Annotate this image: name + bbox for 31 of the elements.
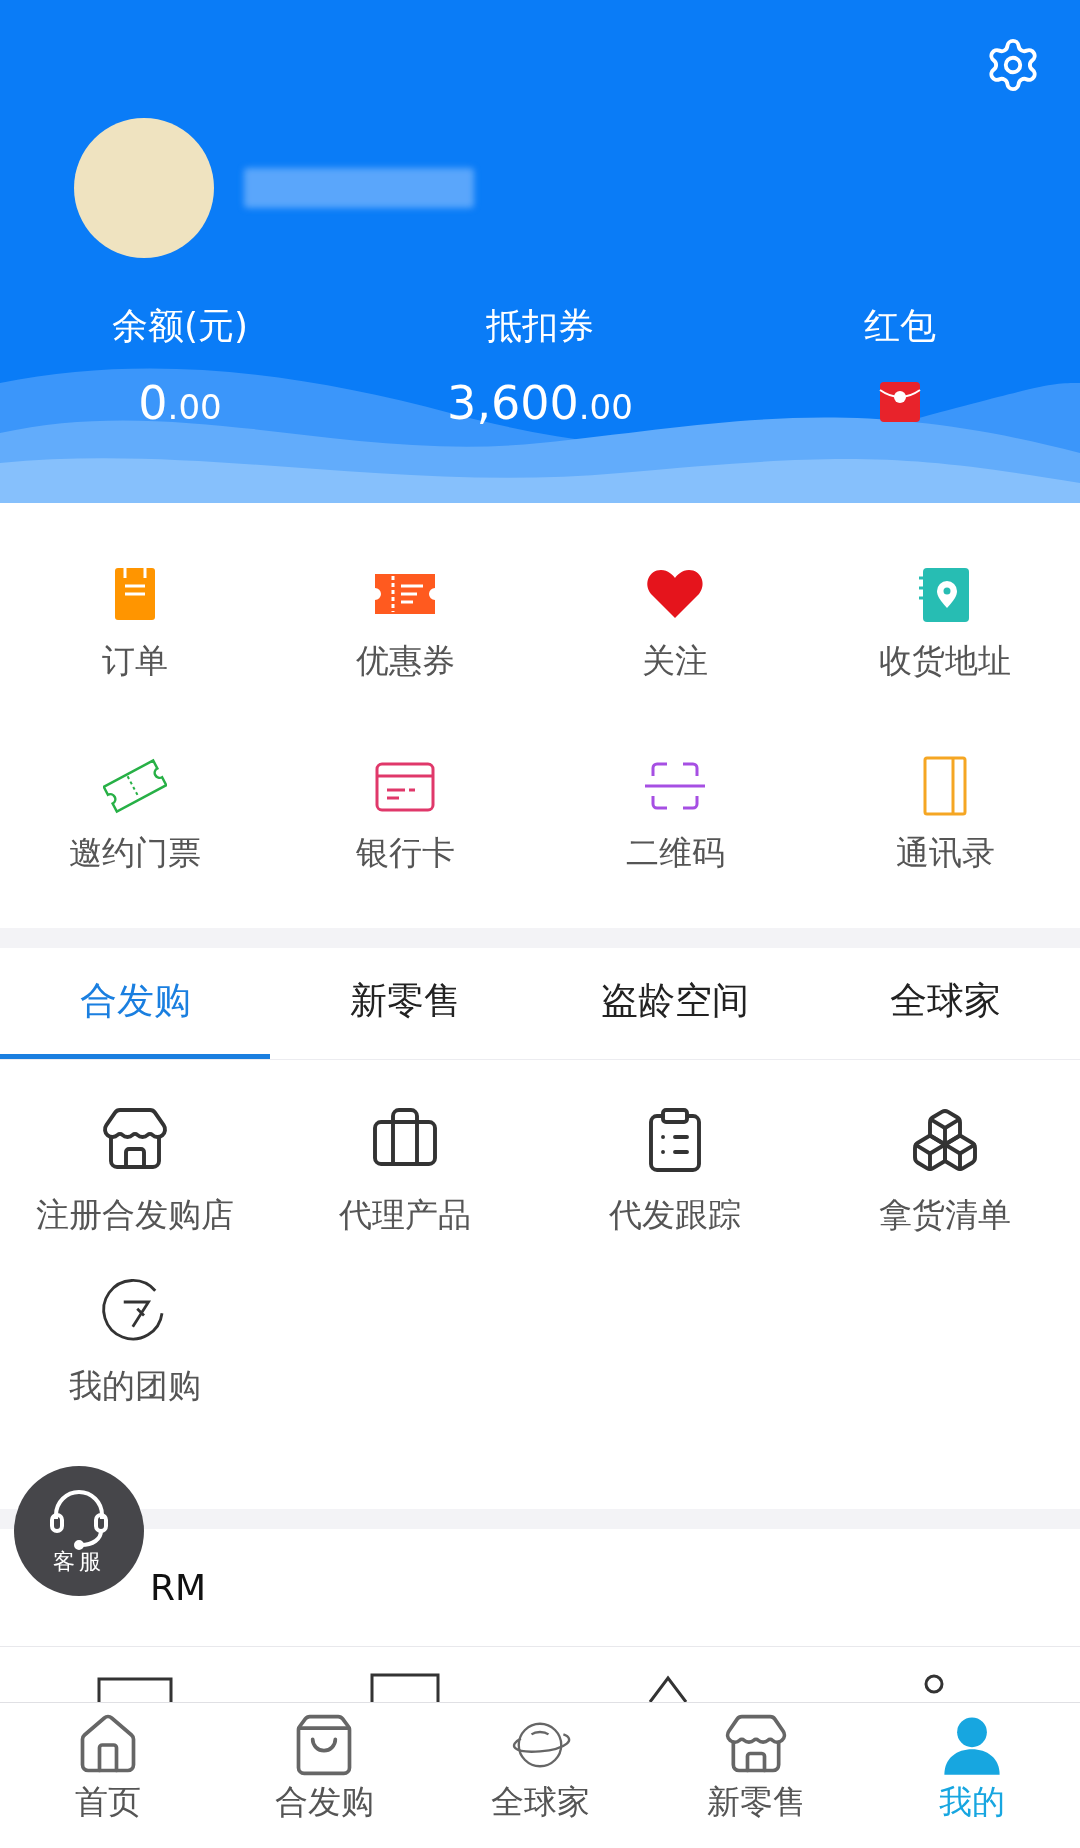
tab[interactable]: 全球家 xyxy=(810,948,1080,1059)
stat-value[interactable]: 3,600.00 xyxy=(447,380,633,426)
tab[interactable]: 合发购 xyxy=(0,948,270,1059)
menu-item[interactable]: 注册合发购店 xyxy=(0,1104,270,1231)
stat-label: 抵扣券 xyxy=(486,308,594,344)
menu-item[interactable]: 代理产品 xyxy=(270,1104,540,1231)
menu-item[interactable]: 关注 xyxy=(540,523,810,716)
menu-item[interactable]: 拿货清单 xyxy=(810,1104,1080,1231)
menu-icon xyxy=(648,1674,688,1702)
crm-label[interactable]: RM xyxy=(150,1560,207,1615)
menu-item[interactable]: 银行卡 xyxy=(270,715,540,908)
nav-tab[interactable]: 全球家 xyxy=(432,1703,648,1845)
menu-item[interactable]: 代发跟踪 xyxy=(540,1104,810,1231)
menu-item[interactable]: 订单 xyxy=(0,523,270,716)
envelope-icon[interactable] xyxy=(878,380,922,424)
tab[interactable]: 盗龄空间 xyxy=(540,948,810,1059)
menu-item[interactable]: 我的团购 xyxy=(0,1275,270,1402)
customer-service-button[interactable]: 客服 xyxy=(14,1466,144,1596)
menu-icon xyxy=(370,1672,440,1702)
nav-tab[interactable]: 首页 xyxy=(0,1703,216,1845)
menu-item[interactable]: 收货地址 xyxy=(810,523,1080,716)
tab[interactable]: 新零售 xyxy=(270,948,540,1059)
stat-label: 余额(元) xyxy=(111,308,249,344)
menu-item[interactable]: 二维码 xyxy=(540,715,810,908)
nav-tab[interactable]: 合发购 xyxy=(216,1703,432,1845)
menu-item[interactable]: 优惠券 xyxy=(270,523,540,716)
nav-tab[interactable]: 新零售 xyxy=(648,1703,864,1845)
menu-item[interactable]: 通讯录 xyxy=(810,715,1080,908)
menu-icon xyxy=(97,1676,173,1702)
stat-label: 红包 xyxy=(864,308,936,344)
menu-item[interactable]: 邀约门票 xyxy=(0,715,270,908)
